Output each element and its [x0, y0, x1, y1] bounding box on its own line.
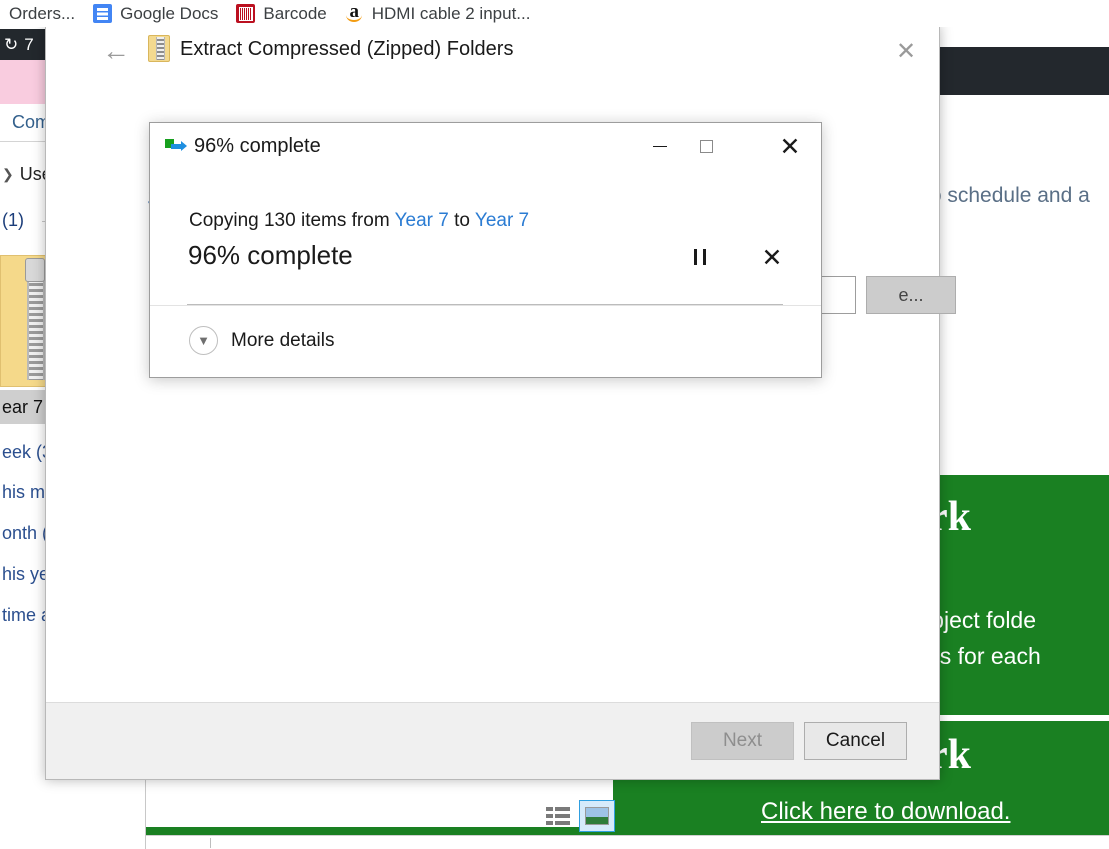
- more-details-label: More details: [231, 329, 335, 351]
- bookmark-google-docs-label: Google Docs: [120, 3, 219, 23]
- explorer-title-text: 7: [24, 34, 34, 54]
- copy-summary-middle: to: [448, 210, 475, 231]
- bookmark-hdmi-cable[interactable]: a HDMI cable 2 input...: [336, 0, 540, 27]
- chevron-down-icon[interactable]: ▼: [189, 326, 218, 355]
- bookmark-orders-label: Orders...: [9, 3, 76, 23]
- bookmark-orders[interactable]: Orders...: [0, 0, 84, 27]
- copy-dialog-titlebar: 96% complete ✕: [150, 123, 821, 170]
- bookmark-barcode[interactable]: Barcode: [227, 0, 335, 27]
- back-arrow-icon[interactable]: ←: [102, 37, 130, 65]
- copy-summary-prefix: Copying 130 items from: [189, 210, 395, 231]
- thumbnail-view-icon[interactable]: [579, 800, 615, 832]
- barcode-icon: [236, 4, 256, 23]
- maximize-icon[interactable]: [683, 123, 729, 170]
- card-2-download-link[interactable]: Click here to download.: [761, 798, 1010, 826]
- copy-percent-label: 96% complete: [188, 240, 353, 270]
- extract-dialog-title: Extract Compressed (Zipped) Folders: [180, 38, 514, 60]
- view-mode-toggle-group: [545, 800, 615, 832]
- copy-summary-text: Copying 130 items from Year 7 to Year 7: [189, 210, 529, 232]
- cancel-button[interactable]: Cancel: [804, 722, 907, 760]
- chevron-right-icon[interactable]: ❯: [2, 166, 14, 183]
- copy-dialog-title: 96% complete: [194, 135, 321, 157]
- more-details-button[interactable]: ▼ More details: [189, 326, 335, 355]
- amazon-icon: a: [345, 2, 364, 23]
- copy-file-icon: [165, 139, 187, 153]
- bookmark-hdmi-label: HDMI cable 2 input...: [371, 3, 531, 23]
- browser-bookmark-bar: Orders... Google Docs Barcode a HDMI cab…: [0, 0, 1109, 27]
- bookmark-barcode-label: Barcode: [263, 3, 327, 23]
- minimize-icon[interactable]: [637, 123, 683, 170]
- pause-icon[interactable]: [683, 243, 717, 271]
- stop-icon[interactable]: ✕: [755, 241, 789, 273]
- next-button[interactable]: Next: [691, 722, 794, 760]
- bookmark-google-docs[interactable]: Google Docs: [84, 0, 227, 27]
- list-view-icon[interactable]: [545, 804, 571, 828]
- close-icon[interactable]: ✕: [883, 33, 929, 69]
- extract-dialog-footer: Next Cancel: [46, 702, 939, 779]
- google-docs-icon: [93, 4, 113, 23]
- zip-file-thumbnail[interactable]: [0, 255, 48, 387]
- browse-button[interactable]: e...: [866, 276, 956, 314]
- copy-source-link[interactable]: Year 7: [395, 210, 449, 231]
- zip-folder-icon: [148, 35, 170, 62]
- copy-progress-dialog: 96% complete ✕ Copying 130 items from Ye…: [149, 122, 822, 378]
- page-body-text: to schedule and a: [924, 184, 1090, 207]
- close-icon[interactable]: ✕: [767, 123, 813, 170]
- refresh-icon[interactable]: ↻: [4, 36, 18, 53]
- copy-dialog-footer: ▼ More details: [150, 305, 821, 377]
- window-bottom-edge: [0, 835, 1109, 849]
- copy-destination-link[interactable]: Year 7: [475, 210, 529, 231]
